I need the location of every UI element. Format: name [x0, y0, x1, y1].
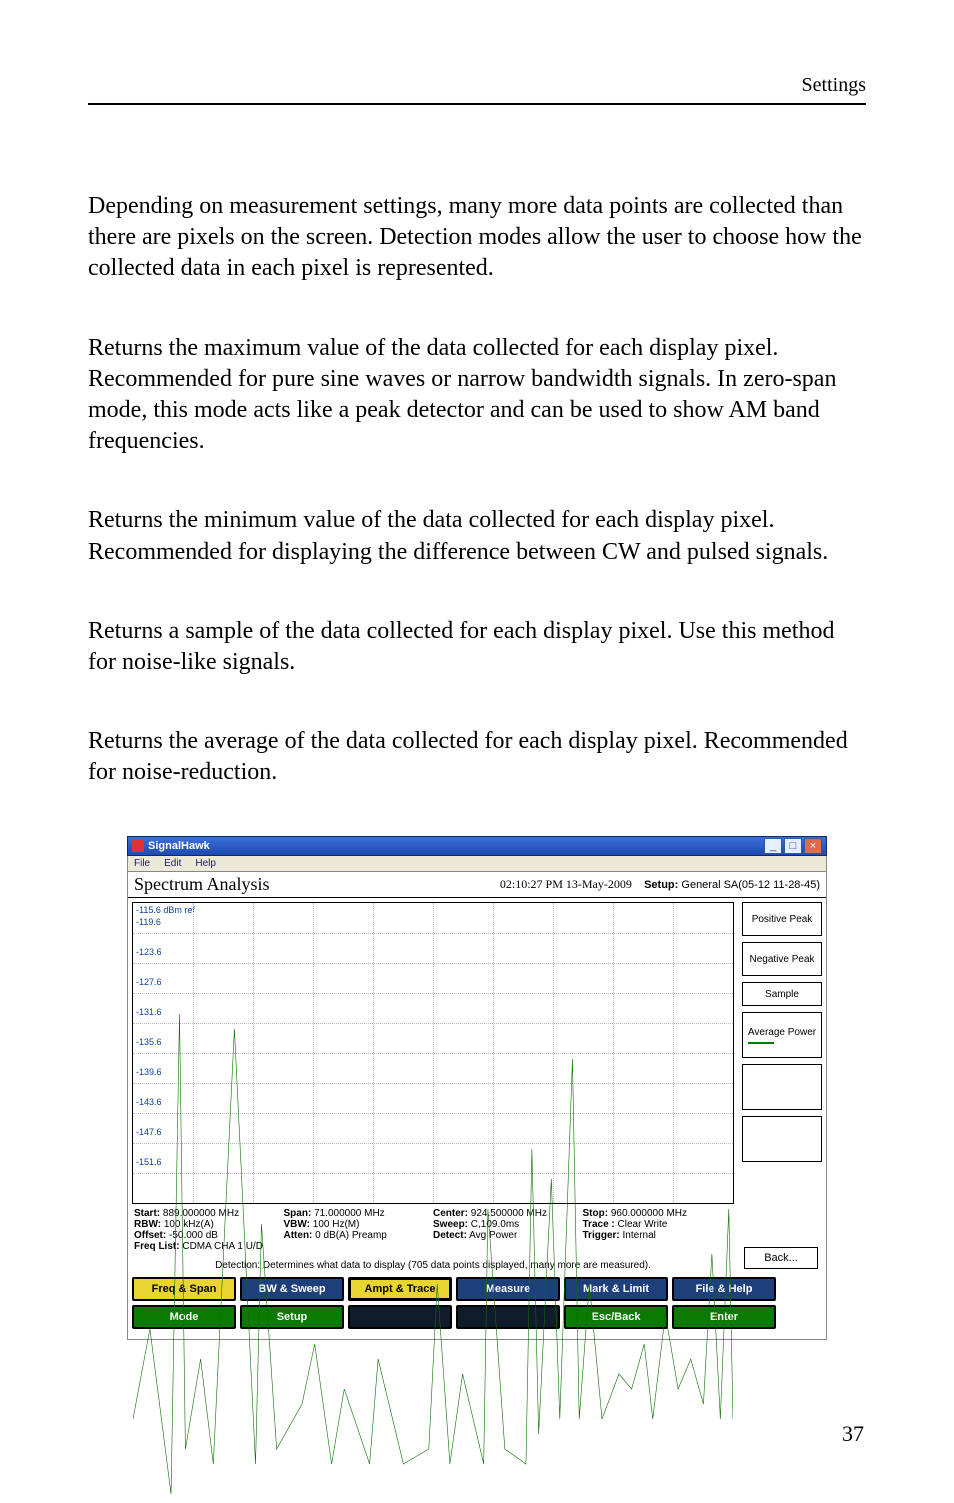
setup-label: Setup:	[644, 879, 678, 891]
negative-peak-button[interactable]: Negative Peak	[742, 942, 822, 976]
side-blank-1[interactable]	[742, 1064, 822, 1110]
spectrum-plot: -115.6 dBm ref -119.6 -123.6 -127.6 -131…	[132, 902, 734, 1204]
mode-title: Spectrum Analysis	[134, 874, 270, 895]
average-power-label: Average Power	[748, 1027, 816, 1038]
header-rule	[88, 103, 866, 105]
app-icon	[132, 840, 144, 852]
menu-help[interactable]: Help	[195, 858, 216, 869]
side-blank-2[interactable]	[742, 1116, 822, 1162]
menu-file[interactable]: File	[134, 858, 150, 869]
window-close-button[interactable]: ×	[804, 838, 822, 854]
mode-status: 02:10:27 PM 13-May-2009 Setup: General S…	[500, 877, 820, 892]
para-negative-peak: Returns the minimum value of the data co…	[88, 505, 866, 567]
para-intro: Depending on measurement settings, many …	[88, 191, 866, 285]
average-power-button[interactable]: Average Power	[742, 1012, 822, 1058]
window-minimize-button[interactable]: _	[764, 838, 782, 854]
para-sample: Returns a sample of the data collected f…	[88, 616, 866, 678]
para-positive-peak: Returns the maximum value of the data co…	[88, 333, 866, 458]
menu-edit[interactable]: Edit	[164, 858, 181, 869]
back-button[interactable]: Back...	[744, 1247, 818, 1269]
header-section: Settings	[88, 74, 866, 103]
sample-button[interactable]: Sample	[742, 982, 822, 1006]
setup-value: General SA(05-12 11-28-45)	[681, 879, 820, 891]
para-average: Returns the average of the data collecte…	[88, 726, 866, 788]
app-window: SignalHawk _ □ × File Edit Help Spectrum…	[127, 836, 827, 1340]
positive-peak-button[interactable]: Positive Peak	[742, 902, 822, 936]
selected-mark-icon	[748, 1042, 774, 1044]
titlebar[interactable]: SignalHawk _ □ ×	[127, 836, 827, 856]
app-title: SignalHawk	[148, 840, 210, 852]
window-maximize-button[interactable]: □	[784, 838, 802, 854]
menubar: File Edit Help	[127, 856, 827, 872]
spectrum-trace	[133, 903, 733, 1503]
timestamp: 02:10:27 PM 13-May-2009	[500, 877, 632, 891]
page-number: 37	[842, 1421, 864, 1447]
